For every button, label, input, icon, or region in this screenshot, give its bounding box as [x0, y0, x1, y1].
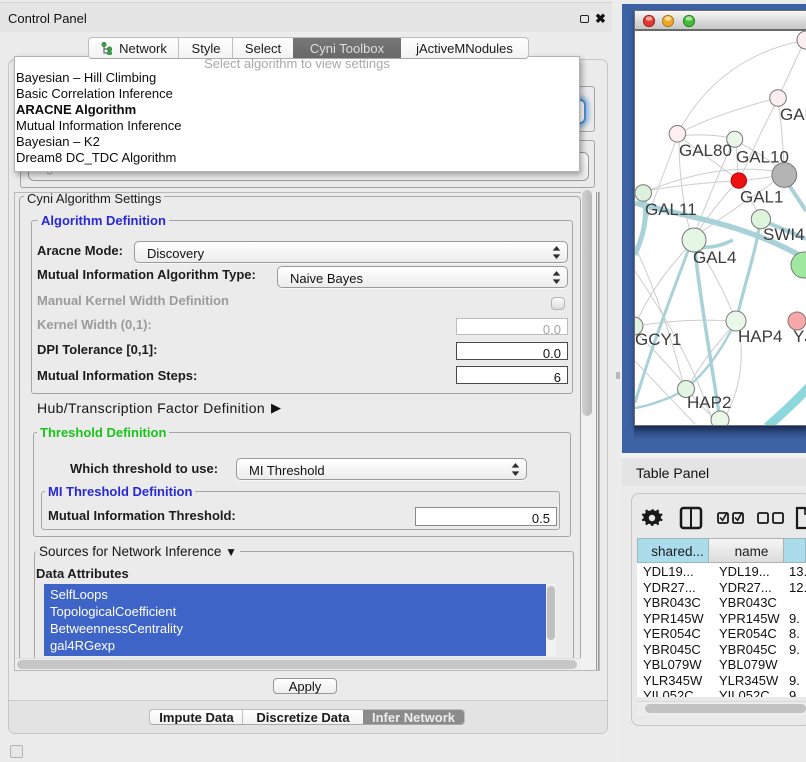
svg-text:GCY1: GCY1 [635, 330, 681, 349]
svg-text:GAL11: GAL11 [645, 200, 697, 219]
svg-text:HAP4: HAP4 [738, 327, 782, 346]
svg-text:GAL1: GAL1 [740, 188, 783, 207]
svg-text:GAL2: GAL2 [780, 105, 806, 124]
svg-text:SWI4: SWI4 [763, 225, 805, 244]
svg-text:GAL10: GAL10 [736, 148, 789, 167]
svg-text:YJ: YJ [793, 327, 806, 346]
svg-text:HAP2: HAP2 [687, 393, 731, 412]
svg-text:GAL80: GAL80 [679, 141, 732, 160]
svg-text:GAL4: GAL4 [693, 248, 736, 267]
